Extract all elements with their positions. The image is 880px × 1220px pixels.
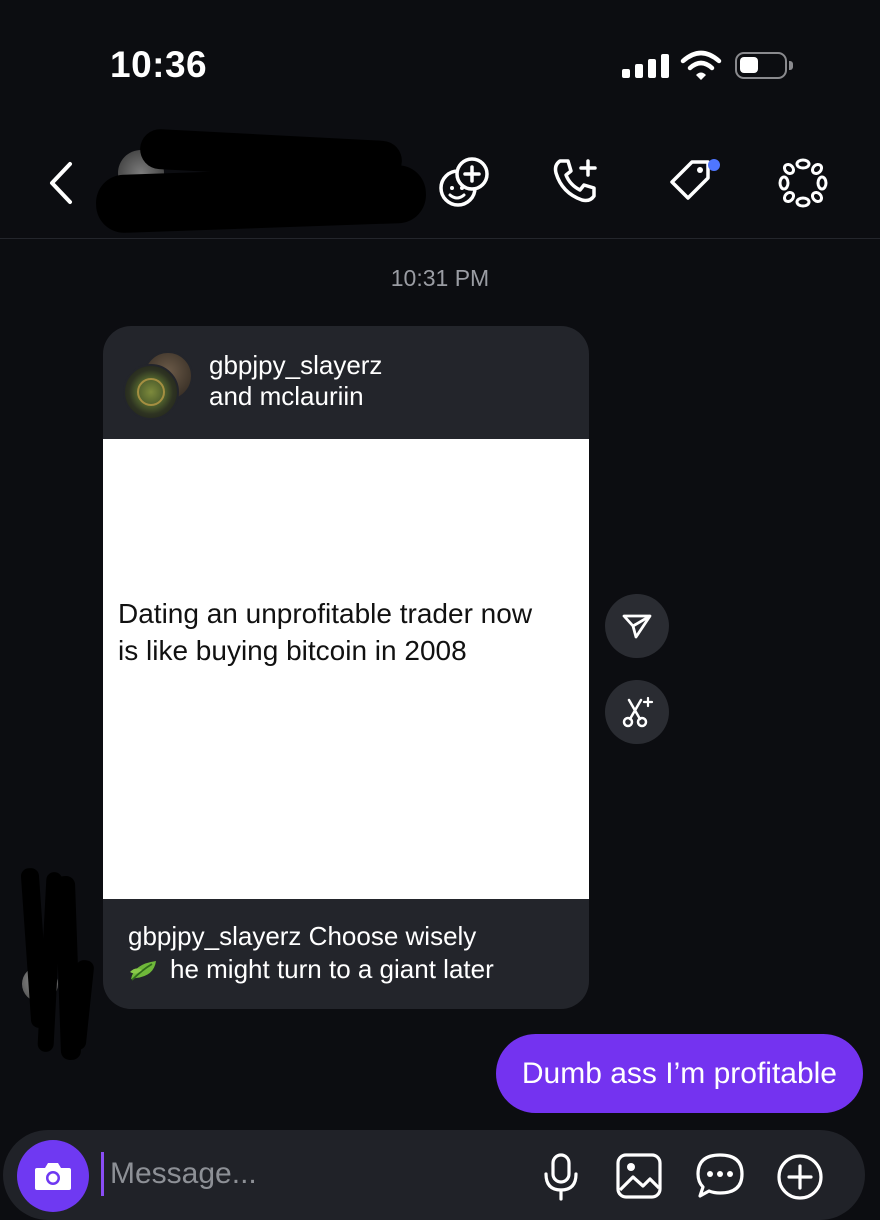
cellular-signal-icon [622,54,669,78]
author-avatar-gbpjpy-slayerz [123,364,179,420]
microphone-icon[interactable] [541,1152,581,1202]
sticker-icon[interactable] [695,1152,745,1200]
post-authors: gbpjpy_slayerz and mclauriin [209,350,382,412]
message-input[interactable] [101,1152,490,1196]
send-icon [622,614,652,639]
header-divider [0,238,880,239]
shared-post-header[interactable]: gbpjpy_slayerz and mclauriin [103,326,589,439]
more-options-icon[interactable] [776,156,830,210]
plus-icon[interactable] [775,1152,825,1202]
tag-icon[interactable] [664,156,724,208]
caption-text: Choose wisely [308,921,477,951]
message-timestamp: 10:31 PM [390,265,490,291]
sent-message-bubble[interactable]: Dumb ass I’m profitable [495,1034,863,1113]
redacted-contact-name-2 [95,164,427,234]
status-time: 10:36 [110,44,208,85]
camera-button[interactable] [17,1140,89,1212]
share-post-button[interactable] [605,594,669,658]
post-author-primary: gbpjpy_slayerz [209,350,383,380]
battery-icon [735,52,793,79]
post-image-text: Dating an unprofitable trader now is lik… [118,598,533,666]
gallery-icon[interactable] [615,1152,663,1200]
leaf-icon [130,961,156,981]
wifi-icon [680,50,722,80]
post-caption: gbpjpy_slayerz Choose wisely he might tu… [128,920,578,986]
camera-icon [35,1163,71,1190]
scissors-sparkle-icon [622,696,654,728]
back-chevron-icon[interactable] [46,160,76,206]
caption-line-two: he might turn to a giant later [170,954,494,984]
post-image[interactable]: Dating an unprofitable trader now is lik… [103,439,589,899]
remix-post-button[interactable] [605,680,669,744]
add-effect-icon[interactable] [436,155,492,211]
post-author-collab: and mclauriin [209,381,364,411]
caption-username: gbpjpy_slayerz [128,921,302,951]
add-call-icon[interactable] [550,155,602,207]
shared-post-card[interactable]: gbpjpy_slayerz and mclauriin Dating an u… [103,326,589,1009]
message-composer [3,1130,865,1220]
